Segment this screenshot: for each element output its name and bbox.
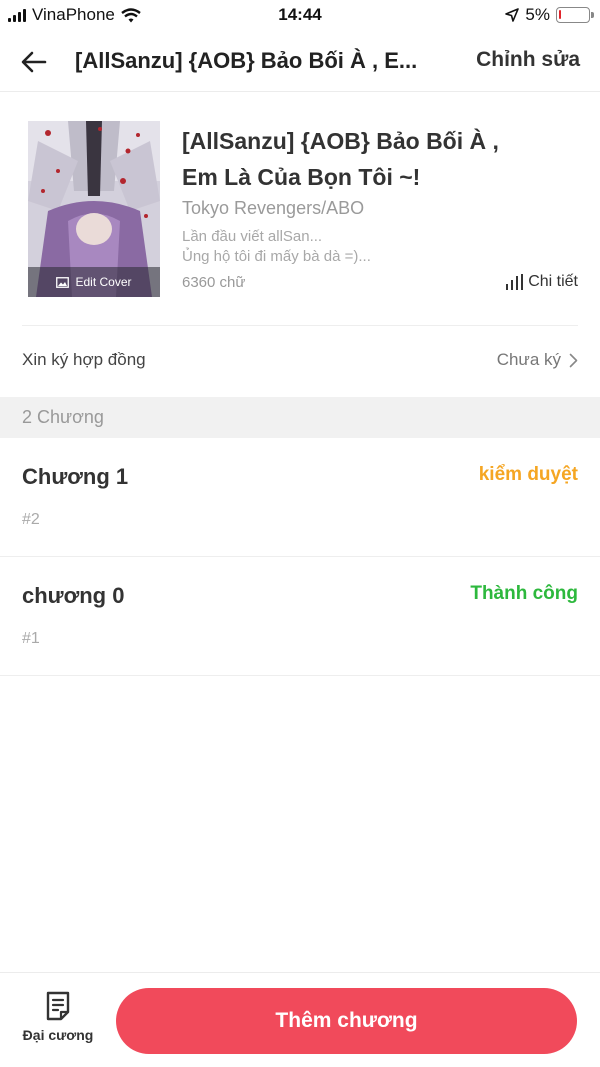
book-title-line: Em Là Của Bọn Tôi ~! [182, 164, 421, 190]
chapter-item[interactable]: chương 0 Thành công #1 [0, 557, 600, 676]
image-icon [56, 276, 70, 288]
edit-button[interactable]: Chỉnh sửa [476, 48, 580, 72]
contract-label: Xin ký hợp đồng [22, 350, 146, 369]
edit-cover-label: Edit Cover [75, 275, 132, 289]
battery-fill [559, 10, 561, 19]
stats-bars-icon [506, 274, 524, 290]
details-button[interactable]: Chi tiết [506, 273, 578, 291]
outline-button[interactable]: Đại cương [14, 991, 102, 1053]
book-description: Lần đầu viết allSan... Ủng hộ tôi đi mấy… [182, 227, 442, 267]
battery-percent: 5% [525, 5, 550, 24]
chapter-number: #1 [22, 630, 40, 647]
description-line: Lần đầu viết allSan... [182, 228, 323, 245]
description-line: Ủng hộ tôi đi mấy bà dà =)... [182, 248, 371, 265]
chapter-status: kiểm duyệt [478, 464, 578, 485]
chapter-title: chương 0 [22, 583, 125, 608]
outline-label: Đại cương [22, 1027, 94, 1043]
contract-status: Chưa ký [497, 350, 578, 370]
chapter-count: 2 Chương [22, 407, 104, 427]
contract-status-text: Chưa ký [496, 350, 561, 369]
edit-cover-button[interactable]: Edit Cover [28, 267, 160, 297]
battery-icon [556, 7, 594, 23]
chapters-section-header: 2 Chương [0, 397, 600, 438]
bottom-action-bar: Đại cương Thêm chương [0, 972, 600, 1067]
page-title: [AllSanzu] {AOB} Bảo Bối À , E... [75, 48, 418, 73]
details-label: Chi tiết [528, 273, 578, 290]
status-right: 5% [505, 5, 594, 25]
location-arrow-icon [505, 8, 520, 22]
add-chapter-button[interactable]: Thêm chương [116, 988, 577, 1054]
chapter-status: Thành công [470, 583, 578, 604]
book-category: Tokyo Revengers/ABO [182, 198, 365, 218]
status-bar: VinaPhone 14:44 5% [0, 0, 600, 32]
chapter-number: #2 [22, 511, 40, 528]
chapter-item[interactable]: Chương 1 kiểm duyệt #2 [0, 438, 600, 557]
book-info: Edit Cover [AllSanzu] {AOB} Bảo Bối À , … [0, 93, 600, 325]
document-icon [46, 991, 70, 1021]
book-cover[interactable]: Edit Cover [28, 121, 160, 297]
nav-bar: [AllSanzu] {AOB} Bảo Bối À , E... Chỉnh … [0, 32, 600, 92]
chevron-right-icon [569, 353, 578, 367]
arrow-left-icon[interactable] [18, 46, 50, 78]
book-title-line: [AllSanzu] {AOB} Bảo Bối À , [182, 128, 499, 154]
book-title: [AllSanzu] {AOB} Bảo Bối À , Em Là Của B… [182, 123, 562, 195]
contract-row[interactable]: Xin ký hợp đồng Chưa ký [0, 326, 600, 396]
word-count: 6360 chữ [182, 274, 246, 291]
chapter-title: Chương 1 [22, 464, 129, 489]
